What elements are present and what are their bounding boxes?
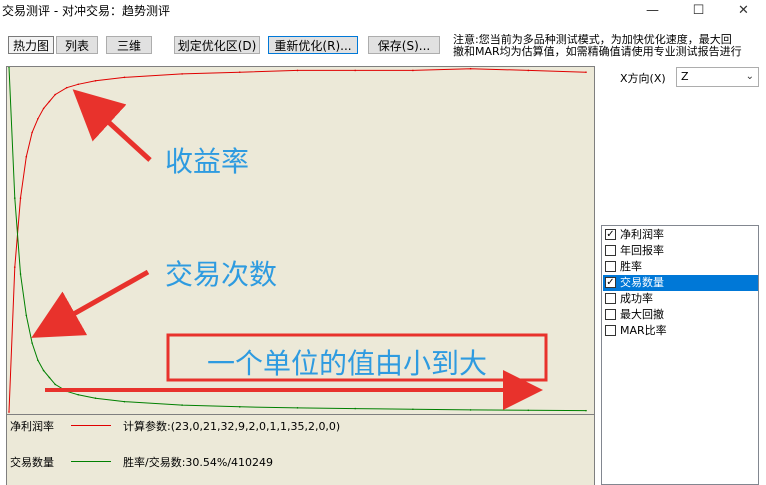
data-point	[412, 69, 414, 72]
data-point	[8, 67, 10, 68]
profit-annotation: 收益率	[165, 145, 250, 178]
data-point	[54, 383, 56, 386]
metric-item[interactable]: ✓ 交易数量	[603, 275, 758, 291]
legend-trade-count-name: 交易数量	[10, 456, 54, 469]
metric-item[interactable]: 胜率	[603, 259, 758, 275]
tab-3d[interactable]: 三维	[106, 36, 152, 54]
unit-annotation: 一个单位的值由小到大	[207, 347, 488, 380]
x-direction-value: Z	[681, 70, 689, 83]
data-point	[181, 73, 183, 75]
checkbox[interactable]	[605, 261, 616, 272]
data-point	[585, 71, 587, 73]
data-point	[25, 314, 28, 317]
data-point	[527, 69, 530, 72]
define-zone-button[interactable]: 划定优化区(D)	[174, 36, 260, 54]
reoptimize-button[interactable]: 重新优化(R)...	[268, 36, 358, 54]
data-point	[239, 71, 241, 73]
chevron-down-icon: ⌄	[745, 71, 754, 82]
data-point	[123, 400, 126, 403]
data-point	[13, 197, 16, 199]
metric-label: 净利润率	[620, 228, 664, 241]
minimize-button[interactable]: —	[630, 0, 675, 22]
data-point	[48, 100, 51, 103]
data-point	[37, 117, 39, 120]
data-point	[469, 67, 472, 70]
metric-label: 成功率	[620, 292, 653, 305]
data-point	[31, 131, 33, 134]
legend-net-profit-name: 净利润率	[10, 420, 54, 433]
data-point	[37, 359, 39, 362]
data-point	[123, 76, 126, 79]
checkbox[interactable]	[605, 245, 616, 256]
save-button[interactable]: 保存(S)...	[368, 36, 440, 54]
data-point	[13, 266, 16, 268]
data-point	[296, 407, 299, 409]
maximize-button[interactable]: ☐	[676, 0, 721, 22]
metric-item[interactable]: MAR比率	[603, 323, 758, 339]
metric-label: 年回报率	[620, 244, 664, 257]
data-point	[296, 69, 299, 72]
metric-label: MAR比率	[620, 324, 667, 337]
metric-item[interactable]: ✓ 净利润率	[603, 227, 758, 243]
notice-line-2: 撤和MAR均为估算值，如需精确值请使用专业测试报告进行	[453, 45, 742, 58]
tab-heatmap[interactable]: 热力图	[8, 36, 54, 54]
data-point	[94, 397, 97, 400]
data-point	[42, 369, 45, 372]
window-title: 交易测评 - 对冲交易：趋势测评	[2, 4, 170, 18]
checkbox[interactable]	[605, 325, 616, 336]
tab-list[interactable]: 列表	[56, 36, 98, 54]
checkbox[interactable]	[605, 293, 616, 304]
data-point	[31, 342, 33, 344]
data-point	[585, 409, 587, 412]
data-point	[65, 86, 68, 89]
checkbox[interactable]: ✓	[605, 277, 616, 288]
data-point	[65, 390, 68, 393]
x-direction-label: X方向(X)	[620, 72, 666, 85]
data-point	[54, 93, 56, 96]
metric-item[interactable]: 最大回撤	[603, 307, 758, 323]
title-bar: 交易测评 - 对冲交易：趋势测评 — ☐ ✕	[0, 0, 766, 22]
notice-text: 注意:您当前为多品种测试模式，为加快优化速度，最大回 撤和MAR均为估算值，如需…	[453, 34, 761, 62]
checkbox[interactable]	[605, 309, 616, 320]
legend-net-profit-line	[71, 425, 111, 426]
data-point	[469, 409, 472, 411]
x-direction-select[interactable]: Z ⌄	[676, 67, 759, 87]
data-point	[354, 407, 357, 410]
legend-panel: 净利润率 计算参数:(23,0,21,32,9,2,0,1,1,35,2,0,0…	[6, 415, 595, 485]
metrics-listbox[interactable]: ✓ 净利润率 年回报率 胜率 ✓ 交易数量 成功率 最大回撤 MAR比率	[601, 225, 759, 485]
data-point	[48, 376, 51, 379]
checkbox[interactable]: ✓	[605, 229, 616, 240]
close-button[interactable]: ✕	[721, 0, 766, 22]
data-point	[19, 273, 22, 275]
data-point	[239, 406, 241, 408]
data-point	[8, 411, 10, 413]
metric-item[interactable]: 年回报率	[603, 243, 758, 259]
win-rate-info: 胜率/交易数:30.54%/410249	[123, 456, 274, 469]
calc-params: 计算参数:(23,0,21,32,9,2,0,1,1,35,2,0,0)	[123, 420, 341, 433]
metric-label: 胜率	[620, 260, 642, 273]
data-point	[412, 408, 414, 411]
data-point	[77, 83, 80, 86]
data-point	[354, 69, 357, 72]
data-point	[19, 197, 22, 199]
data-point	[527, 409, 530, 412]
data-point	[181, 404, 183, 406]
data-point	[25, 155, 28, 158]
metric-item[interactable]: 成功率	[603, 291, 758, 307]
metric-label: 交易数量	[620, 276, 664, 289]
data-point	[94, 80, 97, 82]
legend-trade-count-line	[71, 461, 111, 462]
metric-label: 最大回撤	[620, 308, 664, 321]
trades-annotation: 交易次数	[165, 258, 278, 291]
data-point	[42, 107, 45, 110]
data-point	[77, 393, 80, 396]
